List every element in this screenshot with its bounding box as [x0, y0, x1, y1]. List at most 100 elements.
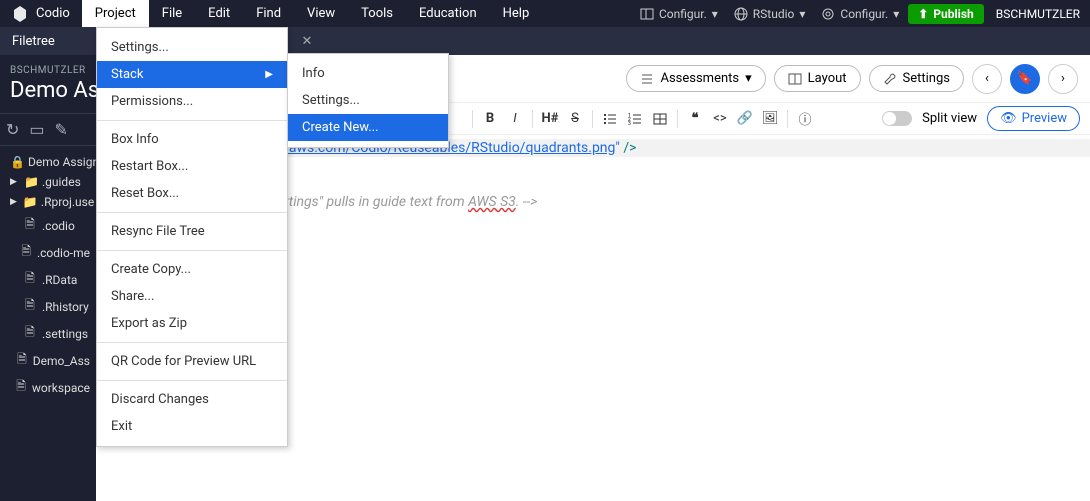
menu-reset-box[interactable]: Reset Box... — [97, 180, 287, 207]
caret-down-icon: ▾ — [712, 7, 718, 21]
separator — [97, 120, 287, 121]
menu-file[interactable]: File — [149, 0, 195, 27]
quote-button[interactable]: ❝ — [684, 108, 706, 130]
submenu-settings[interactable]: Settings... — [288, 87, 448, 114]
table-icon — [653, 112, 667, 126]
heading-button[interactable]: H# — [539, 108, 561, 130]
menu-find[interactable]: Find — [243, 0, 294, 27]
menu-box-info[interactable]: Box Info — [97, 126, 287, 153]
sidebar-icon-row: ↻ ▭ ✎ — [0, 113, 96, 146]
panel-icon[interactable]: ▭ — [29, 120, 44, 139]
breadcrumb: BSCHMUTZLER — [0, 55, 96, 78]
number-list-button[interactable]: 123 — [624, 108, 646, 130]
settings-button[interactable]: Settings — [869, 65, 964, 92]
table-button[interactable] — [649, 108, 671, 130]
separator — [97, 380, 287, 381]
menu-project[interactable]: Project — [82, 0, 149, 27]
help-button[interactable]: ⓘ — [794, 108, 816, 130]
menu-resync[interactable]: Resync File Tree — [97, 218, 287, 245]
svg-text:3: 3 — [628, 121, 631, 126]
separator — [532, 110, 533, 128]
file-settings[interactable]: 🗎.settings — [0, 320, 96, 347]
right-controls: Split view 👁 Preview — [882, 106, 1080, 131]
chevron-left-icon: ‹ — [985, 71, 989, 86]
number-list-icon: 123 — [628, 112, 642, 126]
code-button[interactable]: <> — [709, 108, 731, 130]
back-button[interactable]: ‹ — [972, 64, 1002, 94]
folder-icon: 📁 — [24, 175, 36, 189]
menu-permissions[interactable]: Permissions... — [97, 88, 287, 115]
italic-button[interactable]: I — [504, 108, 526, 130]
layout-button[interactable]: Layout — [774, 65, 861, 92]
menu-settings[interactable]: Settings... — [97, 34, 287, 61]
folder-guides[interactable]: ▶📁.guides — [0, 172, 96, 192]
menu-right-group: Configur. ▾ RStudio ▾ Configur. ▾ ⬆ Publ… — [633, 0, 1090, 27]
file-rdata[interactable]: 🗎.RData — [0, 266, 96, 293]
folder-rproj[interactable]: ▶📁.Rproj.use — [0, 192, 96, 212]
strikethrough-button[interactable]: S — [564, 108, 586, 130]
bold-button[interactable]: B — [479, 108, 501, 130]
separator — [592, 110, 593, 128]
file-icon: 🗎 — [17, 350, 27, 371]
globe-icon — [734, 7, 748, 21]
panel-icon — [640, 7, 654, 21]
brand-logo[interactable]: Codio — [0, 0, 82, 27]
file-workspace[interactable]: 🗎workspace — [0, 374, 96, 401]
gear-icon — [821, 7, 835, 21]
file-root[interactable]: 🔒Demo Assign — [0, 152, 96, 172]
menu-qr-code[interactable]: QR Code for Preview URL — [97, 348, 287, 375]
file-codio[interactable]: 🗎.codio — [0, 212, 96, 239]
separator — [97, 250, 287, 251]
caret-down-icon: ▾ — [799, 7, 805, 21]
submenu-create-new[interactable]: Create New... — [288, 114, 448, 141]
list-icon — [640, 72, 654, 86]
menu-discard[interactable]: Discard Changes — [97, 386, 287, 413]
assessments-button[interactable]: Assessments ▾ — [626, 65, 765, 92]
bookmark-button[interactable]: 🔖 — [1010, 64, 1040, 94]
file-rhistory[interactable]: 🗎.Rhistory — [0, 293, 96, 320]
codio-logo-icon — [12, 6, 28, 22]
menu-education[interactable]: Education — [406, 0, 490, 27]
close-tab-icon[interactable]: ✕ — [302, 34, 313, 49]
chevron-right-icon: ▶ — [265, 69, 273, 80]
username-label[interactable]: BSCHMUTZLER — [986, 7, 1080, 21]
separator — [97, 342, 287, 343]
eye-icon: 👁 — [1000, 111, 1017, 126]
link-button[interactable]: 🔗 — [734, 108, 756, 130]
rstudio-dropdown[interactable]: RStudio ▾ — [727, 7, 813, 21]
file-icon: 🗎 — [16, 377, 26, 398]
menu-tools[interactable]: Tools — [348, 0, 406, 27]
split-view-label: Split view — [922, 111, 977, 126]
file-icon: 🗎 — [24, 323, 36, 344]
menu-create-copy[interactable]: Create Copy... — [97, 256, 287, 283]
file-tree-panel: BSCHMUTZLER Demo Assi ↻ ▭ ✎ 🔒Demo Assign… — [0, 55, 96, 501]
menu-edit[interactable]: Edit — [195, 0, 243, 27]
refresh-icon[interactable]: ↻ — [6, 120, 19, 139]
configure-gear-dropdown[interactable]: Configur. ▾ — [814, 7, 906, 21]
forward-button[interactable]: › — [1048, 64, 1078, 94]
separator — [472, 110, 473, 128]
file-demo-ass[interactable]: 🗎Demo_Ass — [0, 347, 96, 374]
submenu-info[interactable]: Info — [288, 60, 448, 87]
menu-share[interactable]: Share... — [97, 283, 287, 310]
menu-view[interactable]: View — [294, 0, 348, 27]
top-menu-bar: Codio Project File Edit Find View Tools … — [0, 0, 1090, 27]
file-icon: 🗎 — [24, 215, 36, 236]
menu-stack[interactable]: Stack ▶ — [97, 61, 287, 88]
preview-button[interactable]: 👁 Preview — [987, 106, 1080, 131]
menu-exit[interactable]: Exit — [97, 413, 287, 440]
configure-panel-dropdown[interactable]: Configur. ▾ — [633, 7, 725, 21]
file-codio-me[interactable]: 🗎.codio-me — [0, 239, 96, 266]
menu-help[interactable]: Help — [490, 0, 543, 27]
bullet-list-button[interactable] — [599, 108, 621, 130]
separator — [787, 110, 788, 128]
menu-export-zip[interactable]: Export as Zip — [97, 310, 287, 337]
publish-button[interactable]: ⬆ Publish — [908, 4, 984, 24]
split-view-toggle[interactable] — [882, 111, 912, 126]
file-icon: 🗎 — [24, 269, 36, 290]
menu-restart-box[interactable]: Restart Box... — [97, 153, 287, 180]
lock-icon: 🔒 — [10, 155, 22, 169]
pencil-icon[interactable]: ✎ — [55, 120, 68, 139]
image-button[interactable]: 🖼 — [759, 108, 781, 130]
upload-icon: ⬆ — [918, 7, 928, 21]
